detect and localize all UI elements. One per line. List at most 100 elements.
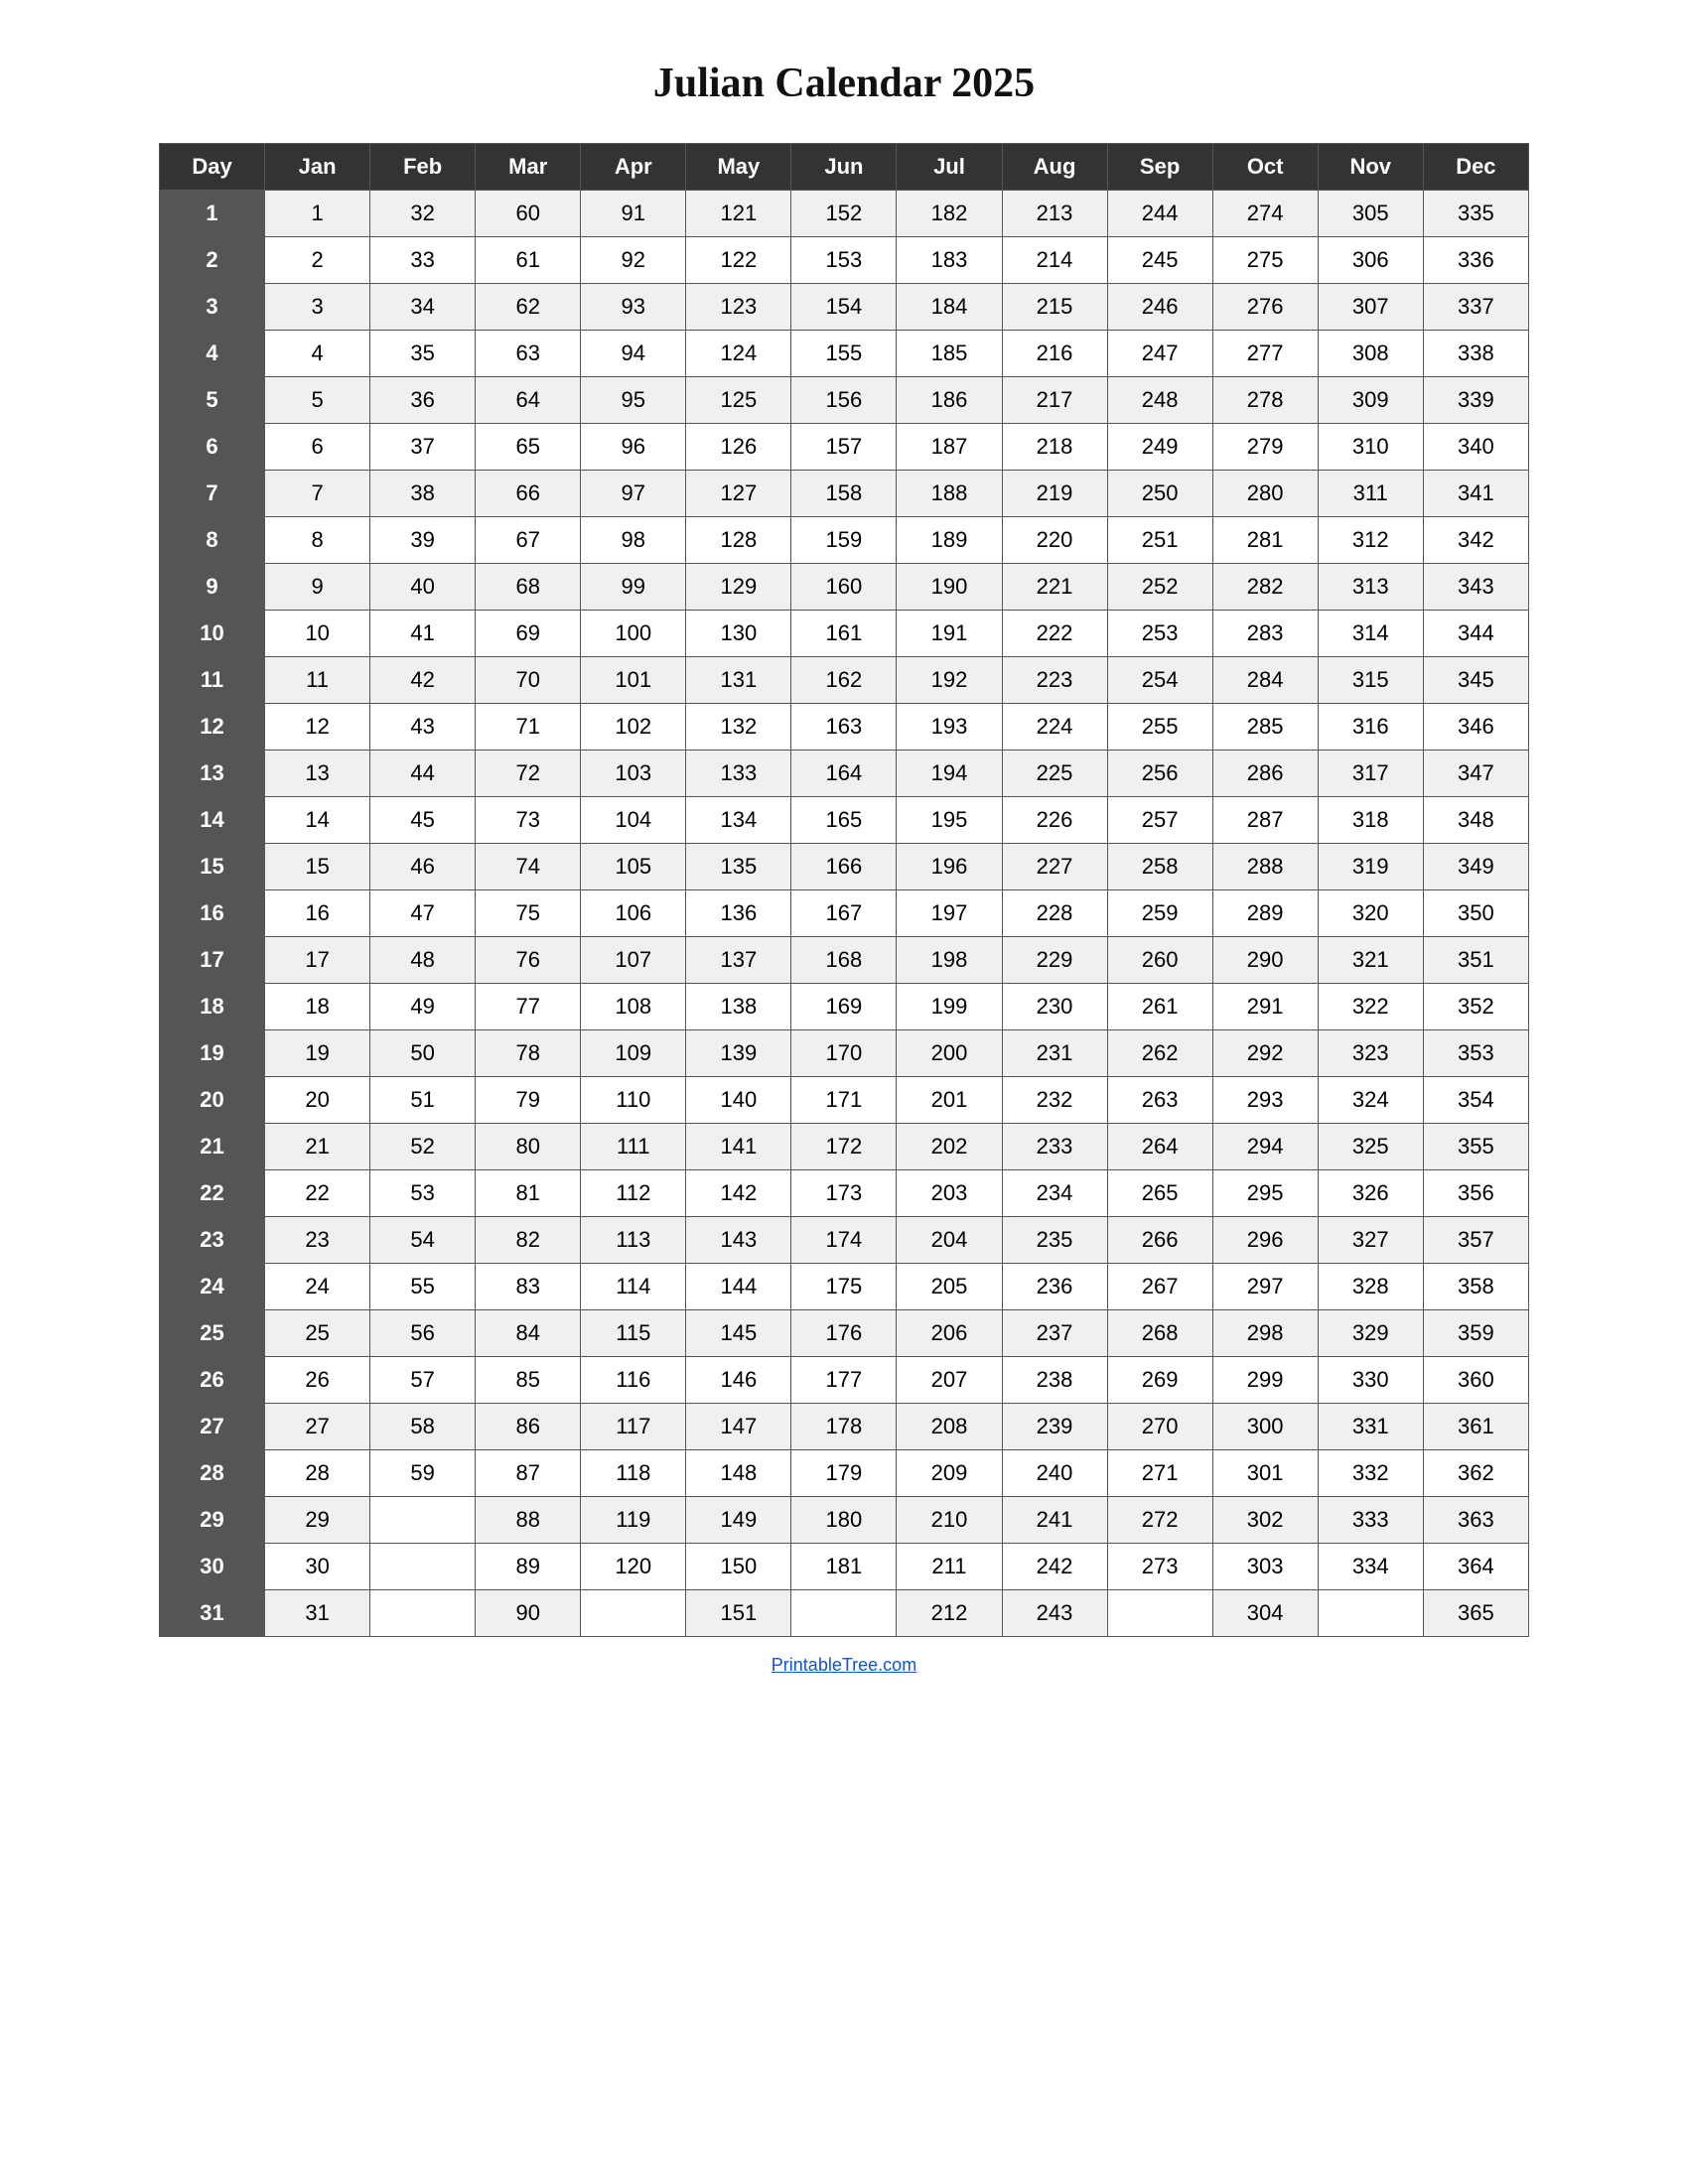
value-cell-aug: 217: [1002, 377, 1107, 424]
table-row: 22336192122153183214245275306336: [160, 237, 1529, 284]
value-cell-dec: 344: [1423, 611, 1528, 657]
value-cell-feb: 41: [370, 611, 476, 657]
value-cell-feb: 47: [370, 890, 476, 937]
value-cell-jul: 204: [897, 1217, 1002, 1264]
value-cell-feb: 49: [370, 984, 476, 1030]
value-cell-dec: 356: [1423, 1170, 1528, 1217]
value-cell-sep: 261: [1107, 984, 1212, 1030]
value-cell-jun: 181: [791, 1544, 897, 1590]
value-cell-mar: 88: [476, 1497, 581, 1544]
value-cell-sep: 273: [1107, 1544, 1212, 1590]
value-cell-dec: 339: [1423, 377, 1528, 424]
table-row: 292988119149180210241272302333363: [160, 1497, 1529, 1544]
value-cell-oct: 282: [1212, 564, 1318, 611]
value-cell-dec: 357: [1423, 1217, 1528, 1264]
value-cell-oct: 277: [1212, 331, 1318, 377]
value-cell-apr: 113: [581, 1217, 686, 1264]
value-cell-jan: 28: [265, 1450, 370, 1497]
value-cell-jan: 16: [265, 890, 370, 937]
day-cell: 31: [160, 1590, 265, 1637]
day-cell: 30: [160, 1544, 265, 1590]
value-cell-apr: 94: [581, 331, 686, 377]
table-row: 19195078109139170200231262292323353: [160, 1030, 1529, 1077]
value-cell-may: 145: [686, 1310, 791, 1357]
table-row: 11326091121152182213244274305335: [160, 191, 1529, 237]
value-cell-mar: 77: [476, 984, 581, 1030]
value-cell-feb: 33: [370, 237, 476, 284]
value-cell-dec: 363: [1423, 1497, 1528, 1544]
value-cell-mar: 85: [476, 1357, 581, 1404]
value-cell-oct: 299: [1212, 1357, 1318, 1404]
value-cell-jan: 4: [265, 331, 370, 377]
table-row: 22225381112142173203234265295326356: [160, 1170, 1529, 1217]
value-cell-oct: 303: [1212, 1544, 1318, 1590]
table-row: 66376596126157187218249279310340: [160, 424, 1529, 471]
value-cell-may: 134: [686, 797, 791, 844]
value-cell-nov: 319: [1318, 844, 1423, 890]
day-cell: 9: [160, 564, 265, 611]
value-cell-may: 140: [686, 1077, 791, 1124]
value-cell-jan: 9: [265, 564, 370, 611]
value-cell-sep: 246: [1107, 284, 1212, 331]
value-cell-sep: [1107, 1590, 1212, 1637]
value-cell-apr: 108: [581, 984, 686, 1030]
day-cell: 28: [160, 1450, 265, 1497]
table-row: 11114270101131162192223254284315345: [160, 657, 1529, 704]
value-cell-jan: 20: [265, 1077, 370, 1124]
day-cell: 7: [160, 471, 265, 517]
value-cell-mar: 82: [476, 1217, 581, 1264]
value-cell-jul: 190: [897, 564, 1002, 611]
value-cell-aug: 238: [1002, 1357, 1107, 1404]
value-cell-oct: 296: [1212, 1217, 1318, 1264]
value-cell-apr: 102: [581, 704, 686, 751]
value-cell-jul: 198: [897, 937, 1002, 984]
value-cell-may: 146: [686, 1357, 791, 1404]
value-cell-nov: 310: [1318, 424, 1423, 471]
col-header-jun: Jun: [791, 144, 897, 191]
value-cell-nov: 314: [1318, 611, 1423, 657]
value-cell-dec: 352: [1423, 984, 1528, 1030]
table-row: 313190151212243304365: [160, 1590, 1529, 1637]
value-cell-jul: 192: [897, 657, 1002, 704]
value-cell-jul: 196: [897, 844, 1002, 890]
value-cell-aug: 216: [1002, 331, 1107, 377]
value-cell-oct: 278: [1212, 377, 1318, 424]
value-cell-apr: 104: [581, 797, 686, 844]
value-cell-feb: 45: [370, 797, 476, 844]
value-cell-jul: 186: [897, 377, 1002, 424]
value-cell-feb: 52: [370, 1124, 476, 1170]
value-cell-may: 147: [686, 1404, 791, 1450]
footer-link[interactable]: PrintableTree.com: [772, 1655, 916, 1676]
value-cell-may: 132: [686, 704, 791, 751]
value-cell-apr: 112: [581, 1170, 686, 1217]
value-cell-may: 144: [686, 1264, 791, 1310]
value-cell-dec: 338: [1423, 331, 1528, 377]
value-cell-mar: 67: [476, 517, 581, 564]
value-cell-aug: 234: [1002, 1170, 1107, 1217]
value-cell-oct: 283: [1212, 611, 1318, 657]
value-cell-jul: 212: [897, 1590, 1002, 1637]
value-cell-aug: 223: [1002, 657, 1107, 704]
value-cell-dec: 341: [1423, 471, 1528, 517]
value-cell-jun: 177: [791, 1357, 897, 1404]
value-cell-feb: 44: [370, 751, 476, 797]
value-cell-feb: 32: [370, 191, 476, 237]
value-cell-oct: 304: [1212, 1590, 1318, 1637]
day-cell: 29: [160, 1497, 265, 1544]
value-cell-may: 126: [686, 424, 791, 471]
value-cell-feb: 55: [370, 1264, 476, 1310]
value-cell-feb: 46: [370, 844, 476, 890]
value-cell-jan: 6: [265, 424, 370, 471]
value-cell-nov: 305: [1318, 191, 1423, 237]
value-cell-may: 136: [686, 890, 791, 937]
value-cell-mar: 90: [476, 1590, 581, 1637]
value-cell-jan: 13: [265, 751, 370, 797]
value-cell-may: 131: [686, 657, 791, 704]
value-cell-sep: 247: [1107, 331, 1212, 377]
value-cell-feb: 38: [370, 471, 476, 517]
value-cell-mar: 73: [476, 797, 581, 844]
value-cell-jan: 3: [265, 284, 370, 331]
value-cell-nov: 320: [1318, 890, 1423, 937]
value-cell-apr: 105: [581, 844, 686, 890]
value-cell-jan: 10: [265, 611, 370, 657]
